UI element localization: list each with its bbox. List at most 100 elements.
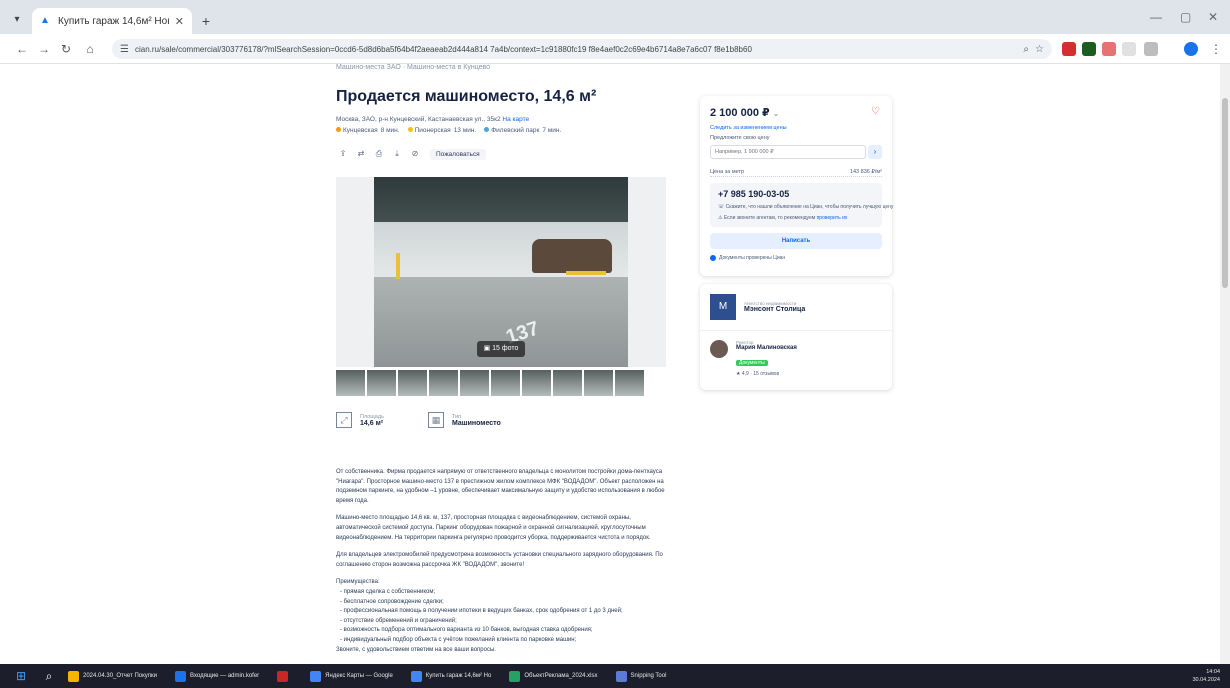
offer-price-input[interactable] [710, 145, 866, 159]
thumbnail[interactable] [429, 370, 458, 396]
metro-station[interactable]: Пионерская 13 мин. [407, 127, 476, 134]
profile-avatar-icon[interactable] [1184, 42, 1198, 56]
page-content: Машино-места ЗАО · Машино-места в Кунцев… [0, 64, 1230, 664]
agent-rating-text: 4,9 · 15 отзывов [741, 371, 780, 377]
taskbar-app[interactable]: Входящие — admin.kofer [169, 667, 265, 685]
agent-name[interactable]: Мария Малиновская [736, 345, 797, 351]
thumbnail[interactable] [367, 370, 396, 396]
thumbnail[interactable] [584, 370, 613, 396]
phone-note-text: Если звоните агентам, то рекомендуем [723, 215, 816, 221]
agency[interactable]: М Агентство недвижимости Мэнсонт Столица [710, 294, 805, 320]
agency-name[interactable]: Мэнсонт Столица [744, 306, 805, 313]
downloads-icon[interactable] [1144, 42, 1158, 56]
submit-offer-icon[interactable]: › [868, 145, 882, 159]
browser-menu-icon[interactable]: ⋮ [1208, 41, 1224, 57]
favorite-heart-icon[interactable]: ♡ [871, 106, 880, 117]
thumbnail[interactable] [460, 370, 489, 396]
site-info-icon[interactable]: ☰ [120, 44, 129, 55]
print-icon[interactable]: ⎙ [372, 148, 386, 160]
search-icon[interactable]: ⌕ [42, 669, 56, 683]
thumbnail[interactable] [522, 370, 551, 396]
metro-dot-icon [484, 127, 490, 132]
listing-actions: ⇪ ⇄ ⎙ ⤓ ⊘ Пожаловаться [336, 148, 486, 160]
close-tab-icon[interactable]: ✕ [175, 15, 184, 28]
close-window-icon[interactable]: ✕ [1208, 10, 1218, 24]
advantage-item: - бесплатное сопровождение сделки; [340, 598, 444, 605]
taskbar-app[interactable]: Яндекс Карты — Google [304, 667, 399, 685]
complain-button[interactable]: Пожаловаться [430, 148, 486, 160]
metro-dot-icon [407, 127, 413, 132]
metro-station[interactable]: Кунцевская 8 мин. [336, 127, 400, 134]
forward-icon[interactable]: → [36, 41, 52, 57]
zoom-icon[interactable]: ⌕ [1023, 44, 1029, 55]
extension-icon[interactable] [1102, 42, 1116, 56]
thumbnail[interactable] [336, 370, 365, 396]
avatar [710, 340, 728, 358]
thumbnail[interactable] [615, 370, 644, 396]
thumbnail[interactable] [553, 370, 582, 396]
photo-count-button[interactable]: ▣ 15 фото [477, 341, 525, 357]
tab-search-icon[interactable]: ▾ [8, 11, 26, 29]
thumbnail[interactable] [491, 370, 520, 396]
agent-rating: ★ 4,9 · 15 отзывов [736, 371, 780, 377]
extension-icon[interactable] [1062, 42, 1076, 56]
download-icon[interactable]: ⤓ [390, 148, 404, 160]
share-icon[interactable]: ⇪ [336, 148, 350, 160]
spec-label: Площадь [360, 413, 384, 420]
address-text[interactable]: Москва, ЗАО, р-н Кунцевский, Кастанаевск… [336, 116, 501, 123]
minimize-icon[interactable]: — [1150, 10, 1162, 24]
specs: ⤢ Площадь 14,6 м² ▦ Тип Машиноместо [336, 412, 501, 428]
advantage-item: - возможность подбора оптимального вариа… [340, 627, 593, 634]
taskbar-app[interactable]: Купить гараж 14,6м² Но [405, 667, 498, 685]
taskbar-app[interactable]: ОбъектРеклама_2024.xlsx [503, 667, 603, 685]
new-tab-button[interactable]: + [196, 11, 216, 31]
app-icon [509, 670, 521, 682]
metro-list: Кунцевская 8 мин. Пионерская 13 мин. Филевск… [336, 127, 561, 134]
main-photo[interactable]: 137 ▣ 15 фото [336, 177, 666, 367]
home-icon[interactable]: ⌂ [82, 41, 98, 57]
chevron-down-icon[interactable]: ⌄ [773, 109, 780, 118]
advantage-item: Звоните, с удовольствием ответим на все … [336, 646, 496, 653]
check-agent-link[interactable]: проверить их [817, 215, 848, 221]
address-bar[interactable]: ☰ cian.ru/sale/commercial/303776178/?mlS… [112, 39, 1052, 59]
page-scrollbar[interactable] [1220, 64, 1230, 664]
browser-tab[interactable]: ▲ Купить гараж 14,6м² Новый... ✕ [32, 8, 192, 34]
price-history-link[interactable]: Следить за изменением цены [710, 125, 882, 131]
star-icon[interactable]: ☆ [1035, 44, 1044, 55]
hide-icon[interactable]: ⊘ [408, 148, 422, 160]
app-icon [277, 670, 289, 682]
photo-car [532, 239, 612, 273]
price-value: 2 100 000 ₽ [710, 107, 770, 119]
windows-start-icon[interactable]: ⊞ [14, 669, 28, 683]
photo-side-left [336, 177, 374, 367]
taskbar: ⊞ ⌕ 2024.04.30_Отчет Покупки Входящие — a… [0, 664, 1230, 688]
reload-icon[interactable]: ↻ [58, 41, 74, 57]
url-text[interactable]: cian.ru/sale/commercial/303776178/?mlSea… [135, 45, 1017, 54]
map-link[interactable]: На карте [502, 116, 529, 123]
breadcrumb[interactable]: Машино-места ЗАО · Машино-места в Кунцев… [336, 64, 490, 71]
write-message-button[interactable]: Написать [710, 233, 882, 249]
back-icon[interactable]: ← [14, 41, 30, 57]
app-icon [175, 670, 187, 682]
agency-card: М Агентство недвижимости Мэнсонт Столица… [700, 284, 892, 390]
cian-favicon-icon: ▲ [40, 15, 50, 26]
extension-icon[interactable] [1082, 42, 1096, 56]
taskbar-app[interactable] [271, 667, 298, 685]
phone-number[interactable]: +7 985 190-03-05 [718, 189, 874, 199]
agent[interactable]: Риелтор Мария Малиновская Документы ★ 4,… [710, 340, 797, 377]
metro-dot-icon [336, 127, 341, 132]
extension-icon[interactable] [1122, 42, 1136, 56]
maximize-icon[interactable]: ▢ [1180, 10, 1191, 24]
clock[interactable]: 14:04 30.04.2024 [1192, 668, 1220, 684]
taskbar-app[interactable]: 2024.04.30_Отчет Покупки [62, 667, 163, 685]
taskbar-app[interactable]: Snipping Tool [610, 667, 673, 685]
thumbnail[interactable] [398, 370, 427, 396]
compare-icon[interactable]: ⇄ [354, 148, 368, 160]
description-paragraph: Машино-место площадью 14,6 кв. м, 137, п… [336, 515, 651, 541]
browser-tab-strip: ▾ ▲ Купить гараж 14,6м² Новый... ✕ + — ▢… [0, 0, 1230, 34]
scrollbar-thumb[interactable] [1222, 98, 1228, 288]
photo-stripe [396, 253, 400, 279]
metro-station[interactable]: Филевский парк 7 мин. [484, 127, 561, 134]
advantage-item: - отсутствие обременений и ограничений; [340, 617, 457, 624]
description: От собственника. Фирма продается напряму… [336, 468, 676, 655]
